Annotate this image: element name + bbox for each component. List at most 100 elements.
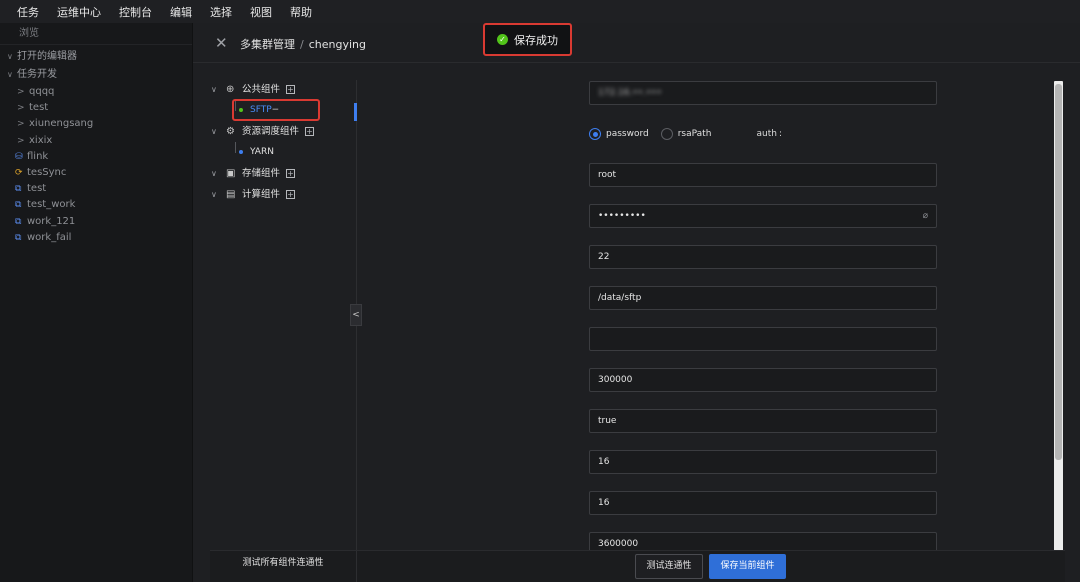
- auth-rsapath-label[interactable]: rsaPath: [678, 129, 712, 139]
- form-row-username: username: root: [393, 163, 953, 187]
- globe-icon: ⊕: [226, 84, 235, 95]
- tree-divider: [356, 80, 357, 582]
- menu-view[interactable]: 视图: [250, 4, 272, 20]
- scrollbar-thumb[interactable]: [1055, 84, 1062, 460]
- component-tree: ∨ ⊕ 公共组件 + SFTP− ∨ ⚙ 资源调度组件 + YARN ∨ ▣ 存储组件 + ∨ ▤ 计…: [211, 79, 371, 205]
- sidebar-task-item[interactable]: ⧉ work_fail: [0, 230, 192, 246]
- menu-help[interactable]: 帮助: [290, 4, 312, 20]
- test-all-connectivity-button[interactable]: 测试所有组件连通性: [210, 551, 357, 582]
- sidebar-folder[interactable]: > qqqq: [0, 84, 192, 100]
- auth-rsapath-radio[interactable]: [660, 128, 673, 140]
- tree-guide-line: [235, 142, 236, 153]
- add-component-icon[interactable]: +: [305, 127, 315, 136]
- form-row-isusepool: isUsePool: true: [393, 409, 953, 433]
- breadcrumb-current: chengying: [308, 38, 366, 51]
- task-icon: ⧉: [15, 184, 22, 195]
- breadcrumb: 多集群管理 / chengying: [240, 36, 366, 52]
- tree-node-compute[interactable]: ∨ ▤ 计算组件 +: [211, 184, 371, 205]
- auth-label: auth: [756, 129, 777, 139]
- rsapath-field[interactable]: [589, 327, 937, 351]
- form-row-host: host: 172.16.••.•••: [393, 81, 953, 105]
- cluster-panel: ✕ 多集群管理 / chengying ✓ 保存成功 ∨ ⊕ 公共组件 + SFTP− ∨…: [193, 23, 1080, 582]
- tree-node-yarn[interactable]: YARN: [211, 142, 371, 163]
- collapse-tree-button[interactable]: <: [350, 304, 362, 326]
- form-row-filetimeout: fileTimeout: 300000: [393, 368, 953, 392]
- breadcrumb-separator: /: [300, 38, 304, 51]
- menu-console[interactable]: 控制台: [119, 4, 152, 20]
- save-current-component-button[interactable]: 保存当前组件: [709, 554, 786, 579]
- check-circle-icon: ✓: [497, 34, 508, 45]
- sidebar-task-item[interactable]: ⟳ tesSync: [0, 165, 192, 181]
- status-dot: [239, 149, 243, 154]
- highlight-box: [232, 99, 320, 121]
- maxidle-field[interactable]: 16: [589, 450, 937, 474]
- auth-radio-group: password rsaPath: [589, 122, 711, 146]
- menu-edit[interactable]: 编辑: [170, 4, 192, 20]
- port-field[interactable]: 22: [589, 245, 937, 269]
- sidebar-folder[interactable]: > xixix: [0, 133, 192, 149]
- bottom-action-bar: 测试所有组件连通性 测试连通性 保存当前组件: [210, 550, 1065, 582]
- sidebar-task-dev[interactable]: ∨ 任务开发: [0, 66, 192, 84]
- username-field[interactable]: root: [589, 163, 937, 187]
- chevron-down-icon: ∨: [211, 85, 217, 94]
- form-row-maxidle: maxIdle: 16: [393, 450, 953, 474]
- sidebar-folder[interactable]: > xiunengsang: [0, 116, 192, 132]
- breadcrumb-root[interactable]: 多集群管理: [240, 38, 295, 51]
- menu-ops-center[interactable]: 运维中心: [57, 4, 101, 20]
- chevron-right-icon: >: [17, 135, 25, 146]
- toast-message: 保存成功: [514, 33, 558, 47]
- filetimeout-field[interactable]: 300000: [589, 368, 937, 392]
- isusepool-field[interactable]: true: [589, 409, 937, 433]
- chevron-down-icon: ∨: [211, 127, 217, 136]
- sync-icon: ⟳: [15, 167, 23, 178]
- chevron-right-icon: >: [17, 119, 25, 130]
- tree-node-storage[interactable]: ∨ ▣ 存储组件 +: [211, 163, 371, 184]
- add-component-icon[interactable]: +: [286, 190, 296, 199]
- chevron-down-icon: ∨: [7, 52, 13, 61]
- sidebar-task-item[interactable]: ⧉ work_121: [0, 214, 192, 230]
- sidebar-browse-label: 浏览: [0, 23, 192, 45]
- sidebar-task-item[interactable]: ⛁ flink: [0, 149, 192, 165]
- form-row-password: password: •••••••••⌀: [393, 204, 953, 228]
- auth-password-radio[interactable]: [589, 128, 601, 140]
- panel-header: ✕ 多集群管理 / chengying: [193, 23, 1080, 63]
- menu-select[interactable]: 选择: [210, 4, 232, 20]
- tree-node-sftp[interactable]: SFTP−: [211, 99, 371, 121]
- sidebar-task-item[interactable]: ⧉ test_work: [0, 197, 192, 213]
- compute-icon: ▤: [226, 189, 236, 200]
- task-icon: ⧉: [15, 200, 22, 211]
- path-field[interactable]: /data/sftp: [589, 286, 937, 310]
- menu-bar: 任务 运维中心 控制台 编辑 选择 视图 帮助: [0, 0, 1080, 23]
- chevron-down-icon: ∨: [211, 169, 217, 178]
- form-row-port: port: 22: [393, 245, 953, 269]
- chevron-left-icon: <: [352, 310, 360, 320]
- maxtotal-field[interactable]: 16: [589, 491, 937, 515]
- add-component-icon[interactable]: +: [286, 169, 296, 178]
- resource-icon: ⚙: [226, 126, 235, 137]
- task-icon: ⧉: [15, 232, 22, 243]
- sidebar-task-item[interactable]: ⧉ test: [0, 181, 192, 197]
- chevron-down-icon: ∨: [7, 70, 13, 79]
- host-field[interactable]: 172.16.••.•••: [589, 81, 937, 105]
- flink-icon: ⛁: [15, 151, 23, 162]
- chevron-right-icon: >: [17, 103, 25, 114]
- chevron-down-icon: ∨: [211, 190, 217, 199]
- test-connectivity-button[interactable]: 测试连通性: [635, 554, 703, 579]
- sidebar-open-editors[interactable]: ∨ 打开的编辑器: [0, 48, 192, 66]
- tree-node-public[interactable]: ∨ ⊕ 公共组件 +: [211, 79, 371, 100]
- form-row-path: path: /data/sftp: [393, 286, 953, 310]
- form-row-maxtotal: maxTotal: 16: [393, 491, 953, 515]
- tree-node-resource[interactable]: ∨ ⚙ 资源调度组件 +: [211, 121, 371, 142]
- password-field[interactable]: ••••••••• ⌀: [589, 204, 937, 228]
- close-icon[interactable]: ✕: [215, 34, 228, 52]
- sidebar-folder[interactable]: > test: [0, 100, 192, 116]
- menu-task[interactable]: 任务: [17, 4, 39, 20]
- save-success-toast: ✓ 保存成功: [483, 23, 572, 56]
- storage-icon: ▣: [226, 168, 236, 179]
- eye-off-icon[interactable]: ⌀: [923, 205, 928, 227]
- sidebar: 浏览 ∨ 打开的编辑器 ∨ 任务开发 > qqqq > test > xiunengsan…: [0, 23, 193, 582]
- selection-indicator: [354, 103, 357, 121]
- auth-password-label[interactable]: password: [606, 129, 649, 139]
- add-component-icon[interactable]: +: [286, 85, 296, 94]
- form-row-auth: auth: password rsaPath: [393, 122, 953, 146]
